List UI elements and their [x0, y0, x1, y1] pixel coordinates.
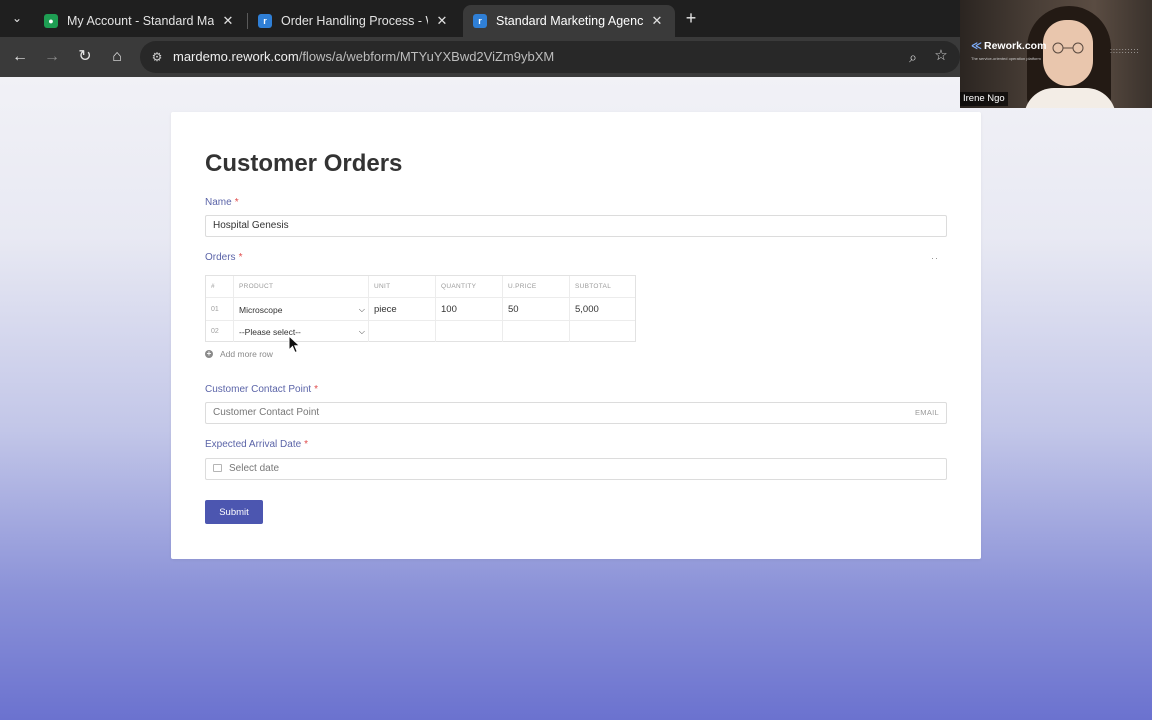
name-label: Name * — [205, 197, 239, 208]
quantity-field[interactable]: 100 — [435, 298, 502, 321]
unit-field[interactable]: piece — [368, 298, 435, 321]
row-number: 01 — [211, 306, 219, 313]
bookmark-star-icon[interactable]: ☆ — [932, 47, 950, 65]
orders-more-options-icon[interactable]: ·· — [931, 253, 939, 263]
new-tab-plus-icon[interactable]: + — [682, 8, 700, 28]
close-icon[interactable]: ✕ — [649, 13, 665, 29]
name-field[interactable]: Hospital Genesis — [205, 215, 947, 237]
url-path: /flows/a/webform/MTYuYXBwd2ViZm9ybXM — [298, 49, 555, 64]
decorative-dots: :::::::::: — [1110, 48, 1140, 55]
required-asterisk: * — [238, 252, 243, 263]
url-text: mardemo.rework.com/flows/a/webform/MTYuY… — [173, 49, 554, 64]
zoom-magnifier-icon[interactable]: ⌕ — [904, 48, 922, 66]
uprice-field[interactable]: 50 — [502, 298, 569, 321]
required-asterisk: * — [304, 439, 309, 450]
reload-icon[interactable]: ↻ — [75, 47, 95, 67]
required-asterisk: * — [234, 197, 239, 208]
forward-arrow-icon[interactable]: → — [42, 47, 62, 67]
chevron-down-icon: ⌵ — [358, 304, 365, 314]
email-tag: EMAIL — [914, 408, 939, 417]
tab-my-account[interactable]: ● My Account - Standard Marketi ✕ — [34, 5, 246, 37]
add-more-row-label: Add more row — [220, 349, 273, 359]
tab-standard-marketing-agency[interactable]: r Standard Marketing Agency ✕ — [463, 5, 675, 37]
col-header-quantity: QUANTITY — [435, 276, 502, 297]
address-bar[interactable]: ⚙ mardemo.rework.com/flows/a/webform/MTY… — [140, 41, 960, 73]
rework-brand-text: Rework.com — [984, 40, 1047, 52]
rework-icon: r — [258, 14, 272, 28]
subtotal-field: 5,000 — [569, 298, 635, 321]
url-host: mardemo.rework.com — [173, 49, 299, 64]
back-arrow-icon[interactable]: ← — [10, 47, 30, 67]
submit-button[interactable]: Submit — [205, 500, 263, 524]
col-header-uprice: U.PRICE — [502, 276, 569, 297]
contact-placeholder: Customer Contact Point — [213, 407, 320, 418]
mouse-pointer-icon — [288, 335, 301, 354]
table-header-row: # PRODUCT UNIT QUANTITY U.PRICE SUBTOTAL — [206, 276, 635, 297]
orders-label-text: Orders — [205, 252, 236, 263]
add-more-row-button[interactable]: + Add more row — [205, 349, 273, 359]
col-header-product: PRODUCT — [233, 276, 368, 297]
name-field-value: Hospital Genesis — [213, 220, 289, 231]
arrival-date-label-text: Expected Arrival Date — [205, 439, 302, 450]
site-info-icon[interactable]: ⚙ — [149, 49, 165, 65]
person-icon: ● — [44, 14, 58, 28]
product-select-value: Microscope — [239, 304, 283, 315]
contact-label-text: Customer Contact Point — [205, 384, 312, 395]
presenter-name-label: Irene Ngo — [960, 92, 1008, 106]
required-asterisk: * — [314, 384, 319, 395]
arrival-date-field[interactable]: Select date — [205, 458, 947, 480]
presenter-webcam: ≪ Rework.com The service-oriented operati… — [960, 0, 1152, 108]
home-icon[interactable]: ⌂ — [107, 47, 127, 67]
presenter-glasses — [1052, 42, 1084, 54]
col-header-unit: UNIT — [368, 276, 435, 297]
tab-search-chevron-icon[interactable]: ⌄ — [6, 8, 28, 28]
tab-title: My Account - Standard Marketi — [67, 14, 214, 28]
rework-logo: ≪ Rework.com — [971, 40, 1046, 52]
uprice-field[interactable] — [502, 321, 569, 342]
date-placeholder: Select date — [229, 463, 280, 474]
close-icon[interactable]: ✕ — [220, 13, 236, 29]
contact-label: Customer Contact Point * — [205, 384, 318, 395]
rework-tagline: The service-oriented operation platform — [971, 56, 1041, 61]
quantity-field[interactable] — [435, 321, 502, 342]
col-header-subtotal: SUBTOTAL — [569, 276, 635, 297]
tab-title: Order Handling Process - Work — [281, 14, 428, 28]
name-label-text: Name — [205, 197, 232, 208]
arrival-date-label: Expected Arrival Date * — [205, 439, 308, 450]
table-row: 01 Microscope ⌵ piece 100 50 5,000 — [206, 297, 635, 321]
unit-field[interactable] — [368, 321, 435, 342]
close-icon[interactable]: ✕ — [434, 13, 450, 29]
row-number: 02 — [211, 328, 219, 335]
product-select[interactable]: Microscope ⌵ — [233, 298, 368, 321]
customer-contact-field[interactable]: Customer Contact Point EMAIL — [205, 402, 947, 424]
tab-title: Standard Marketing Agency — [496, 14, 643, 28]
table-row: 02 --Please select-- ⌵ — [206, 320, 635, 342]
orders-table: # PRODUCT UNIT QUANTITY U.PRICE SUBTOTAL… — [205, 275, 636, 342]
form-title: Customer Orders — [205, 150, 403, 177]
orders-label: Orders * — [205, 252, 242, 263]
chevron-down-icon: ⌵ — [358, 326, 365, 336]
col-header-number: # — [211, 283, 215, 290]
tab-order-handling[interactable]: r Order Handling Process - Work ✕ — [248, 5, 460, 37]
rework-icon: r — [473, 14, 487, 28]
plus-circle-icon: + — [205, 349, 213, 358]
subtotal-field — [569, 321, 635, 342]
rework-logo-icon: ≪ — [971, 40, 982, 52]
calendar-icon — [213, 464, 222, 472]
